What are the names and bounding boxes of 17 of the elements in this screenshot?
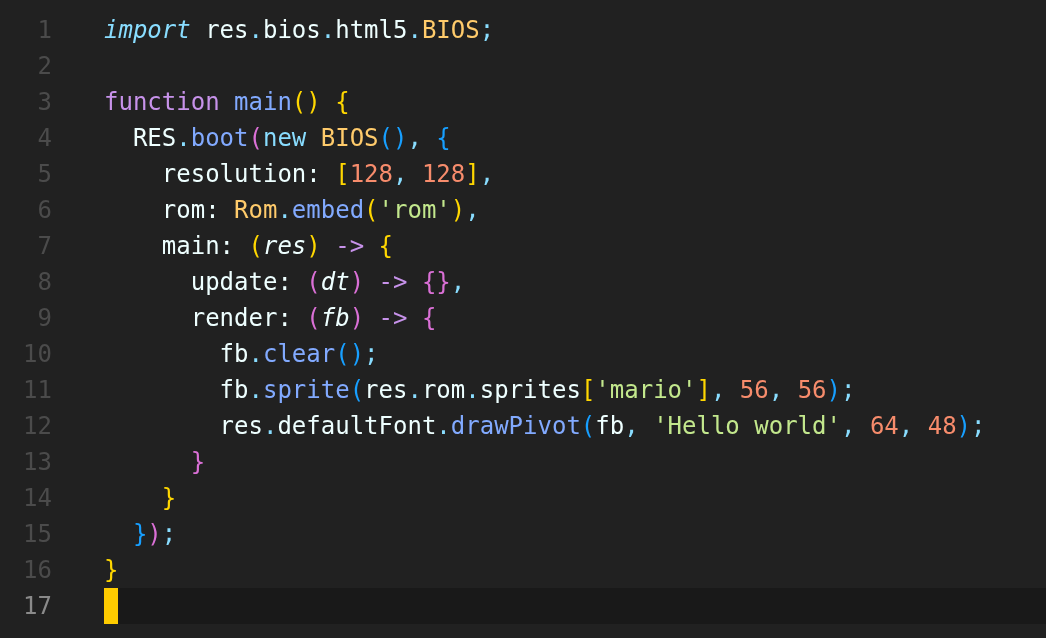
code-line: main: (res) -> {: [160, 231, 394, 262]
code-line: fb.sprite(res.rom.sprites['mario'], 56, 56);: [218, 375, 856, 406]
line-number: 17: [22, 591, 52, 622]
code-line: update: (dt) -> {},: [189, 267, 466, 298]
code-line: RES.boot(new BIOS(), {: [131, 123, 451, 154]
code-line: }: [189, 447, 206, 478]
text-cursor: [104, 588, 118, 624]
code-line: }: [104, 555, 119, 586]
code-line: function main() {: [104, 87, 350, 118]
code-line: render: (fb) -> {: [189, 303, 437, 334]
code-line: res.defaultFont.drawPivot(fb, 'Hello world', 64, 48);: [218, 411, 986, 442]
code-line: resolution: [128, 128],: [160, 159, 495, 190]
code-line: fb.clear();: [218, 339, 379, 370]
code-line: import res.bios.html5.BIOS;: [104, 15, 495, 46]
code-line: }: [160, 483, 177, 514]
code-line: rom: Rom.embed('rom'),: [160, 195, 480, 226]
code-line: });: [131, 519, 177, 550]
